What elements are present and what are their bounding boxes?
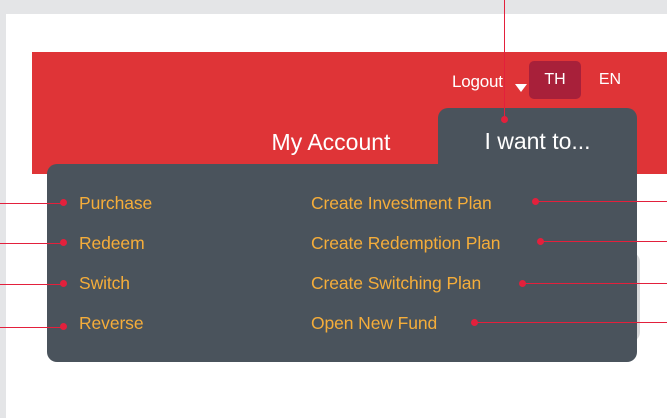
- logout-link[interactable]: Logout: [452, 71, 503, 93]
- annotation-dot-purchase: [60, 199, 67, 206]
- menu-item-reverse[interactable]: Reverse: [79, 312, 144, 334]
- annotation-line-purchase: [0, 203, 64, 204]
- menu-item-purchase[interactable]: Purchase: [79, 192, 152, 214]
- tab-my-account[interactable]: My Account: [256, 124, 406, 160]
- annotation-line-redeem: [0, 243, 64, 244]
- annotation-line-create-switching-plan: [523, 283, 667, 284]
- annotation-line-open-new-fund: [475, 322, 667, 323]
- annotation-line-create-investment-plan: [536, 201, 667, 202]
- annotation-line-reverse: [0, 327, 64, 328]
- annotation-dot-tab: [501, 116, 508, 123]
- language-en-button[interactable]: EN: [588, 61, 632, 99]
- menu-item-open-new-fund[interactable]: Open New Fund: [311, 312, 437, 334]
- caret-down-icon[interactable]: [515, 84, 527, 92]
- annotation-dot-reverse: [60, 323, 67, 330]
- annotation-line-switch: [0, 284, 64, 285]
- menu-item-create-investment-plan[interactable]: Create Investment Plan: [311, 192, 492, 214]
- menu-item-switch[interactable]: Switch: [79, 272, 130, 294]
- menu-item-create-switching-plan[interactable]: Create Switching Plan: [311, 272, 481, 294]
- menu-item-create-redemption-plan[interactable]: Create Redemption Plan: [311, 232, 501, 254]
- annotation-dot-switch: [60, 280, 67, 287]
- annotation-line-tab: [504, 0, 505, 117]
- annotation-dot-redeem: [60, 239, 67, 246]
- annotation-line-create-redemption-plan: [541, 241, 667, 242]
- menu-item-redeem[interactable]: Redeem: [79, 232, 145, 254]
- language-th-button[interactable]: TH: [529, 61, 581, 99]
